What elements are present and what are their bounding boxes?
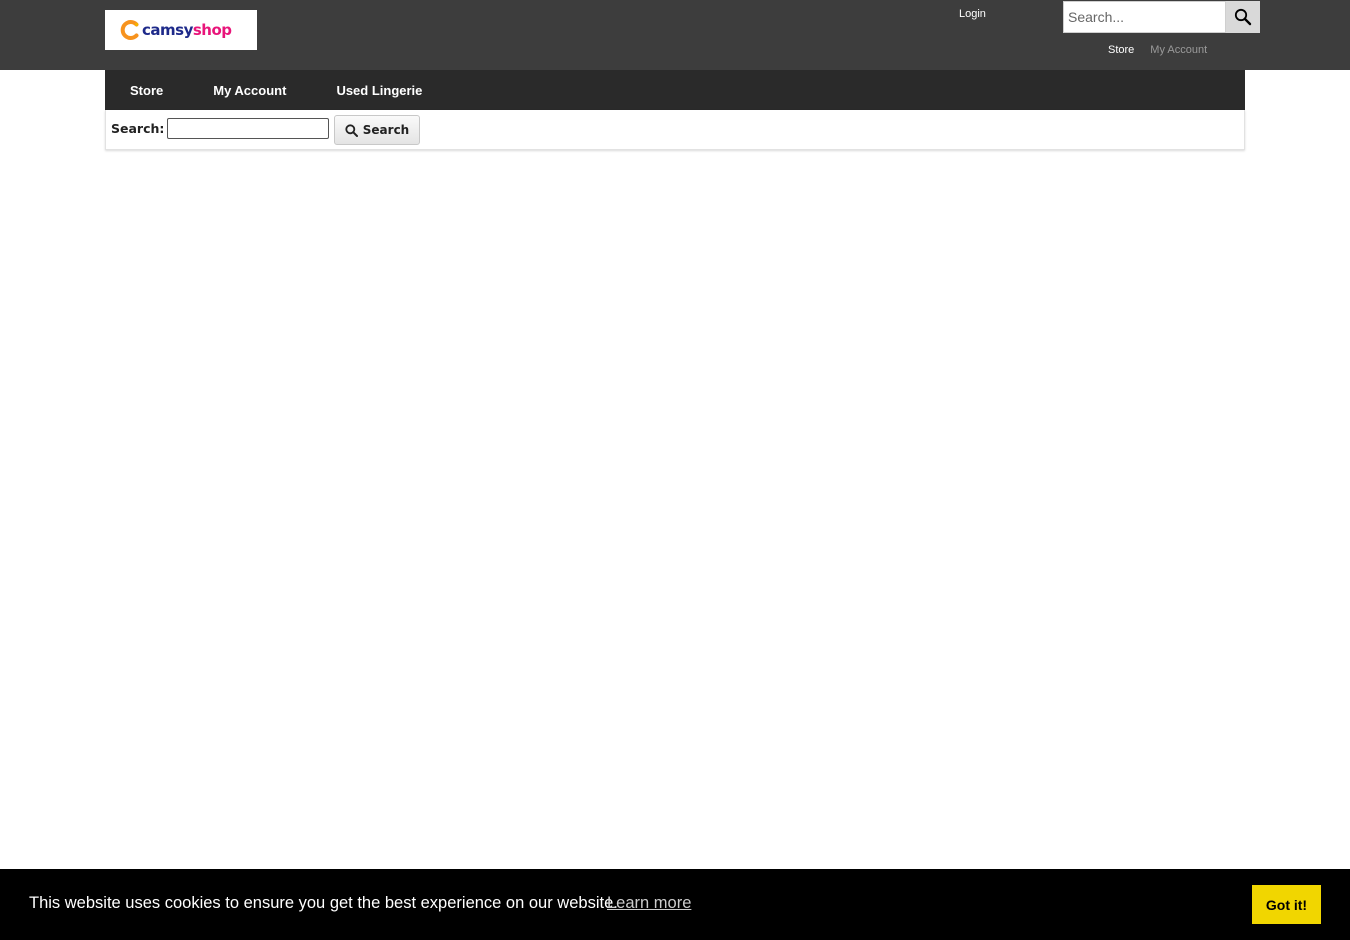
- magnifier-icon: [1234, 8, 1252, 26]
- header-link-my-account[interactable]: My Account: [1150, 44, 1207, 56]
- product-search-button[interactable]: Search: [334, 115, 420, 145]
- search-label: Search:: [111, 121, 165, 136]
- logo-text-part2: shop: [192, 21, 232, 39]
- magnifier-icon: [345, 123, 358, 137]
- top-header: camsyshop Login Store My Account: [0, 0, 1350, 70]
- header-links: Store My Account: [1108, 44, 1207, 56]
- header-link-store[interactable]: Store: [1108, 44, 1134, 56]
- product-search-bar: Search: Search: [105, 110, 1245, 150]
- logo-c-icon: [120, 20, 139, 40]
- main-navigation: Store My Account Used Lingerie: [105, 70, 1245, 110]
- login-link[interactable]: Login: [959, 8, 986, 20]
- product-search-input[interactable]: [167, 118, 329, 139]
- site-logo[interactable]: camsyshop: [105, 10, 257, 50]
- nav-item-store[interactable]: Store: [130, 83, 163, 98]
- header-search: [1063, 1, 1260, 33]
- header-search-button[interactable]: [1226, 1, 1260, 33]
- logo-text: camsyshop: [142, 21, 232, 39]
- cookie-banner: This website uses cookies to ensure you …: [0, 869, 1350, 940]
- logo-text-part1: camsy: [142, 21, 193, 39]
- cookie-learn-more-link[interactable]: Learn more: [607, 894, 691, 913]
- search-button-label: Search: [362, 123, 410, 137]
- cookie-accept-button[interactable]: Got it!: [1252, 885, 1321, 924]
- nav-item-my-account[interactable]: My Account: [213, 83, 286, 98]
- cookie-message: This website uses cookies to ensure you …: [29, 894, 618, 912]
- nav-item-used-lingerie[interactable]: Used Lingerie: [336, 83, 422, 98]
- header-search-input[interactable]: [1063, 1, 1226, 33]
